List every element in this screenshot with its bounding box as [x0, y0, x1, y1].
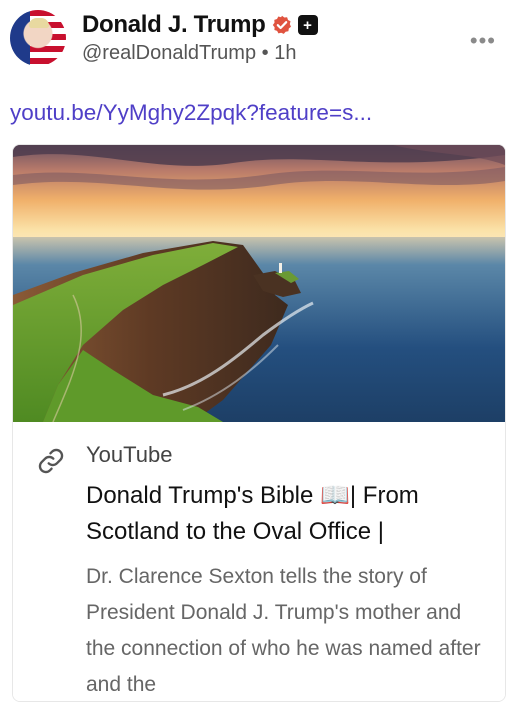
verified-badge-icon	[272, 15, 292, 35]
display-name[interactable]: Donald J. Trump	[82, 11, 266, 39]
preview-source: YouTube	[86, 442, 173, 467]
plus-square-icon[interactable]: +	[297, 15, 318, 35]
avatar[interactable]	[10, 10, 66, 66]
post-link[interactable]: youtu.be/YyMghy2Zpqk?feature=s...	[10, 100, 372, 126]
author-name-row: Donald J. Trump +	[82, 10, 318, 40]
handle[interactable]: @realDonaldTrump	[82, 42, 256, 64]
preview-title[interactable]: Donald Trump's Bible 📖| From Scotland to…	[86, 478, 486, 550]
preview-meta: YouTube Donald Trump's Bible 📖| From Sco…	[13, 422, 505, 701]
link-chain-icon	[37, 447, 65, 475]
separator-dot: •	[261, 42, 269, 64]
link-preview-card[interactable]: YouTube Donald Trump's Bible 📖| From Sco…	[12, 144, 506, 702]
handle-row: @realDonaldTrump • 1h	[82, 42, 296, 65]
more-horizontal-icon[interactable]: •••	[470, 28, 496, 54]
post-header: Donald J. Trump + @realDonaldTrump • 1h …	[10, 8, 500, 70]
post-time[interactable]: 1h	[274, 42, 296, 64]
preview-description: Dr. Clarence Sexton tells the story of P…	[86, 565, 481, 696]
preview-image[interactable]	[13, 145, 505, 423]
